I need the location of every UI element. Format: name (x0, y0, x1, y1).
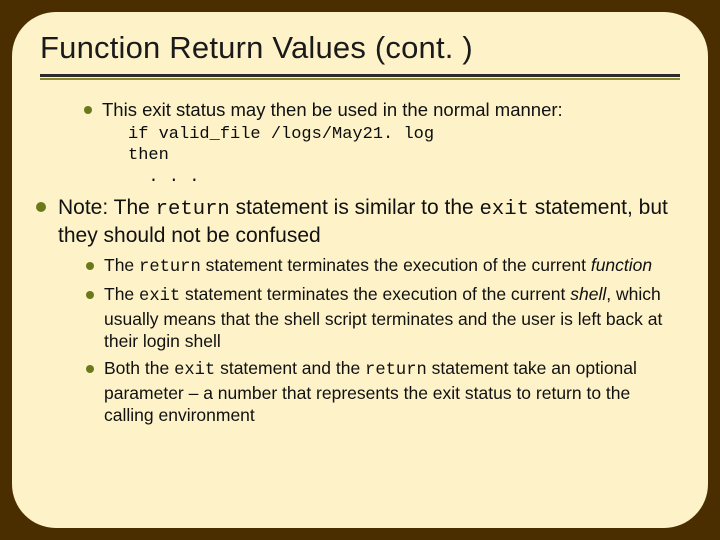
bullet-level-1: Note: The return statement is similar to… (40, 195, 680, 427)
rule-dark (40, 74, 680, 77)
bullet-note: Note: The return statement is similar to… (58, 195, 680, 427)
code-return: return (156, 198, 230, 221)
code-line-2: then (128, 146, 169, 165)
bullet-icon (86, 262, 94, 270)
rule-olive (40, 78, 680, 80)
sub-bullet-return: The return statement terminates the exec… (104, 254, 680, 279)
s1-ital: function (591, 255, 652, 275)
bullet-exit-status: This exit status may then be used in the… (102, 98, 680, 189)
slide-card: Function Return Values (cont. ) This exi… (12, 12, 708, 528)
slide-title: Function Return Values (cont. ) (40, 30, 680, 66)
sub-bullet-both: Both the exit statement and the return s… (104, 357, 680, 427)
bullet-icon (36, 202, 46, 212)
note-mid: statement is similar to the (230, 196, 480, 219)
s1-mid: statement terminates the execution of th… (201, 255, 591, 275)
code-block: if valid_file /logs/May21. log then . . … (102, 124, 680, 189)
s2-exit: exit (139, 287, 180, 306)
s2-pre: The (104, 284, 139, 304)
bullet-icon (86, 291, 94, 299)
sub-bullet-exit: The exit statement terminates the execut… (104, 283, 680, 353)
slide-body: This exit status may then be used in the… (40, 98, 680, 427)
bullet-icon (84, 106, 92, 114)
text-exit-status: This exit status may then be used in the… (102, 99, 563, 120)
s3-pre: Both the (104, 358, 174, 378)
note-pre: Note: The (58, 196, 156, 219)
s3-mid1: statement and the (215, 358, 365, 378)
s1-return: return (139, 258, 201, 277)
s3-exit: exit (174, 361, 215, 380)
code-line-1: if valid_file /logs/May21. log (128, 125, 434, 144)
code-exit: exit (480, 198, 529, 221)
s3-return: return (365, 361, 427, 380)
bullet-level-2-top: This exit status may then be used in the… (40, 98, 680, 189)
s2-mid: statement terminates the execution of th… (180, 284, 570, 304)
bullet-icon (86, 365, 94, 373)
s1-pre: The (104, 255, 139, 275)
s2-ital: shell (570, 284, 606, 304)
code-line-3: . . . (148, 168, 199, 187)
bullet-level-2-sub: The return statement terminates the exec… (58, 254, 680, 426)
